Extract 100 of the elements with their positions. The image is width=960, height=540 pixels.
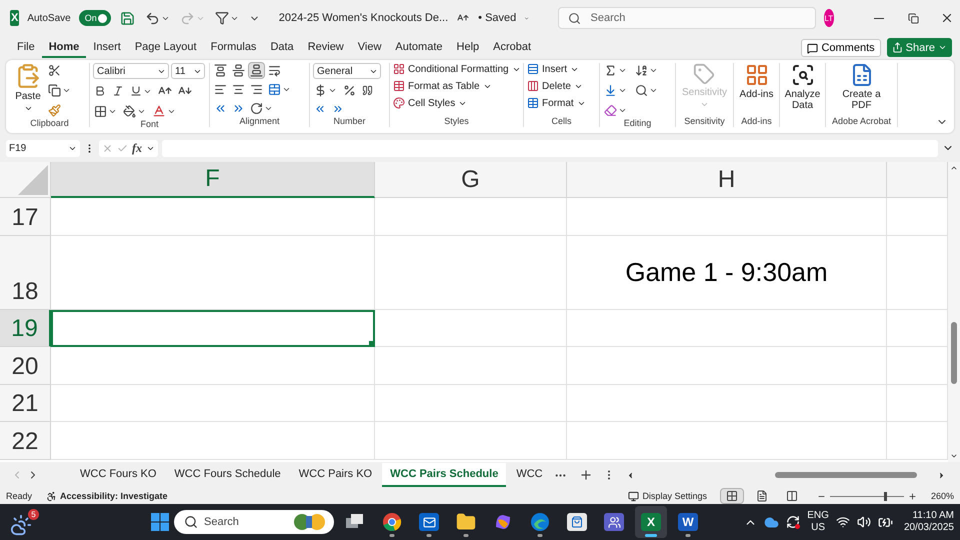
sort-button[interactable] bbox=[634, 63, 659, 78]
align-right-icon bbox=[250, 83, 263, 96]
taskbar-app[interactable]: W bbox=[672, 506, 704, 538]
display-settings-button[interactable]: Display Settings bbox=[642, 491, 707, 501]
clear-button[interactable] bbox=[603, 103, 628, 118]
weather-widget[interactable]: 5 bbox=[10, 508, 39, 536]
vertical-scrollbar[interactable] bbox=[948, 162, 960, 462]
language-indicator[interactable]: ENG US bbox=[807, 510, 829, 534]
browser-icon bbox=[382, 512, 402, 532]
ribbon-command[interactable]: Delete bbox=[527, 80, 586, 92]
sync-icon[interactable] bbox=[786, 515, 800, 529]
sort-filter-button[interactable] bbox=[214, 10, 240, 26]
ribbon-command[interactable]: Conditional Formatting bbox=[393, 63, 521, 75]
borders-button[interactable] bbox=[93, 104, 118, 118]
align-center-button[interactable] bbox=[231, 82, 246, 97]
accessibility-status[interactable]: Accessibility: Investigate bbox=[60, 491, 168, 501]
dollar-icon bbox=[314, 84, 327, 97]
save-button[interactable] bbox=[118, 10, 136, 26]
wrap-text-button[interactable] bbox=[267, 63, 282, 78]
paste-button[interactable]: Paste bbox=[13, 63, 43, 118]
taskbar-app[interactable]: X bbox=[635, 506, 667, 538]
menu-tab[interactable]: Home bbox=[42, 41, 86, 58]
align-button[interactable] bbox=[213, 63, 228, 78]
share-button[interactable]: Share bbox=[886, 38, 952, 57]
volume-icon[interactable] bbox=[856, 515, 871, 529]
swirl-icon bbox=[493, 512, 513, 532]
zoom-in-icon[interactable] bbox=[908, 492, 917, 500]
comments-button[interactable]: Comments bbox=[801, 39, 881, 57]
row-header[interactable]: 22 bbox=[0, 422, 51, 460]
running-indicator bbox=[686, 534, 690, 537]
menu-tab[interactable]: Automate bbox=[388, 41, 450, 58]
number-format-dropdown[interactable]: General bbox=[313, 63, 381, 79]
sheet-tab[interactable]: WCC bbox=[508, 463, 551, 487]
menu-tab[interactable]: Review bbox=[300, 41, 351, 58]
row-header[interactable]: 20 bbox=[0, 347, 51, 385]
menu-tab[interactable]: Acrobat bbox=[486, 41, 538, 58]
group-label: Sensitivity bbox=[684, 116, 725, 127]
row-header[interactable]: 18 bbox=[0, 236, 51, 310]
align-right-button[interactable] bbox=[249, 82, 264, 97]
saved-status[interactable]: • Saved bbox=[478, 12, 516, 24]
ribbon-command[interactable]: Insert bbox=[527, 63, 586, 75]
grid-icon bbox=[726, 490, 738, 502]
sheet-tab[interactable]: WCC Pairs KO bbox=[290, 463, 380, 487]
ribbon-command[interactable]: Cell Styles bbox=[393, 97, 521, 109]
column-header[interactable]: F bbox=[51, 162, 375, 198]
font-name-dropdown[interactable]: Calibri bbox=[93, 63, 169, 79]
zoom-thumb[interactable] bbox=[884, 492, 887, 500]
columns-icon bbox=[786, 490, 798, 502]
cloud-icon[interactable] bbox=[764, 514, 780, 530]
align-button[interactable] bbox=[231, 63, 246, 78]
menu-tab[interactable]: Page Layout bbox=[128, 41, 204, 58]
autosave-toggle[interactable]: On bbox=[78, 10, 111, 26]
font-color-button[interactable] bbox=[151, 103, 177, 119]
scroll-down-icon bbox=[950, 452, 958, 460]
menu-tab[interactable]: File bbox=[10, 41, 42, 58]
sheet-tab[interactable]: WCC Fours Schedule bbox=[166, 463, 289, 487]
row-header[interactable]: 21 bbox=[0, 385, 51, 422]
wifi-icon[interactable] bbox=[836, 515, 850, 529]
font-size-dropdown[interactable]: 11 bbox=[171, 63, 205, 79]
find-button[interactable] bbox=[634, 83, 659, 98]
menu-tab[interactable]: Insert bbox=[86, 41, 128, 58]
menu-tab[interactable]: Formulas bbox=[204, 41, 264, 58]
sheet-tab[interactable]: WCC Fours KO bbox=[72, 463, 164, 487]
selected-cell[interactable] bbox=[51, 310, 375, 347]
create-pdf-button[interactable]: Create a PDF bbox=[840, 63, 884, 116]
orientation-button[interactable] bbox=[249, 101, 274, 116]
normal-view-button[interactable] bbox=[720, 489, 743, 503]
column-header[interactable]: G bbox=[375, 162, 567, 198]
row-header[interactable]: 19 bbox=[0, 310, 51, 347]
user-avatar[interactable]: LT bbox=[824, 9, 834, 27]
menu-tab[interactable]: Help bbox=[450, 41, 486, 58]
table-icon bbox=[527, 97, 539, 109]
clock[interactable]: 11:10 AM 20/03/2025 bbox=[904, 510, 954, 534]
column-header[interactable]: H bbox=[567, 162, 887, 198]
row-header[interactable]: 17 bbox=[0, 198, 51, 236]
ribbon-command[interactable]: Format bbox=[527, 97, 586, 109]
group-label: Adobe Acrobat bbox=[832, 116, 892, 127]
name-box[interactable]: F19 bbox=[6, 140, 80, 156]
insert-function-button[interactable]: fx bbox=[132, 140, 142, 156]
italic-button[interactable] bbox=[111, 84, 125, 98]
copy-button[interactable] bbox=[47, 83, 72, 98]
menu-tab[interactable]: View bbox=[350, 41, 388, 58]
add-ins-button[interactable]: Add-ins bbox=[738, 63, 776, 116]
menu-tab[interactable]: Data bbox=[263, 41, 301, 58]
ribbon-command[interactable]: Format as Table bbox=[393, 80, 521, 92]
analyze-data-button[interactable]: Analyze Data bbox=[782, 63, 822, 127]
zoom-slider[interactable] bbox=[830, 492, 904, 500]
start-icon[interactable] bbox=[151, 513, 169, 531]
fill-color-button[interactable] bbox=[122, 104, 147, 118]
search-field[interactable]: Search bbox=[558, 7, 816, 29]
align-button[interactable] bbox=[249, 63, 264, 78]
sheet-tab[interactable]: WCC Pairs Schedule bbox=[382, 463, 506, 487]
running-indicator bbox=[645, 534, 657, 537]
merge-button[interactable] bbox=[267, 82, 292, 97]
align-left-button[interactable] bbox=[213, 82, 228, 97]
percent-button[interactable] bbox=[342, 83, 357, 98]
align-left-icon bbox=[214, 83, 227, 96]
fill-button[interactable] bbox=[603, 83, 628, 98]
chevron-down-icon bbox=[938, 43, 947, 52]
underline-button[interactable] bbox=[129, 84, 153, 98]
